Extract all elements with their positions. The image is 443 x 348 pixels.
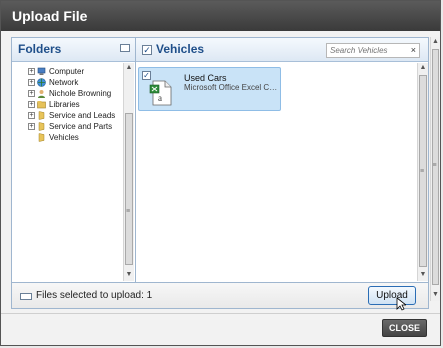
search-box: × (326, 43, 420, 58)
scroll-down-icon[interactable]: ▼ (418, 270, 428, 280)
vehicles-title: Vehicles (156, 42, 205, 56)
folders-panel: Folders + Computer + Network + Nichole B… (12, 38, 136, 282)
scroll-up-icon[interactable]: ▲ (124, 63, 134, 73)
dialog-scrollbar[interactable]: ▲ ≡ ▼ (430, 37, 440, 301)
libraries-icon (37, 101, 46, 109)
file-tile-used-cars[interactable]: ✓ a Used Cars Microsoft Office Excel Com… (138, 67, 281, 111)
mouse-cursor-icon (396, 297, 406, 311)
tree-item-label: Libraries (49, 100, 80, 109)
vehicles-scrollbar[interactable]: ▲ ≡ ▼ (417, 63, 428, 281)
expand-icon[interactable]: + (28, 101, 35, 108)
expand-icon[interactable]: + (28, 123, 35, 130)
grip-icon: ≡ (432, 162, 437, 169)
tree-item-service-and-parts[interactable]: + Service and Parts (28, 121, 123, 132)
status-bar: Files selected to upload: 1 Upload (12, 282, 428, 311)
tree-item-vehicles[interactable]: Vehicles (28, 132, 123, 143)
network-icon (37, 78, 46, 87)
tree-item-label: Service and Parts (49, 122, 113, 131)
expand-icon[interactable]: + (28, 68, 35, 75)
expand-icon[interactable]: + (28, 112, 35, 119)
files-selected-count: Files selected to upload: 1 (36, 290, 153, 301)
close-button[interactable]: CLOSE (382, 319, 427, 337)
grip-icon: ≡ (125, 208, 131, 215)
tree-item-label: Nichole Browning (49, 89, 112, 98)
footer-divider (1, 313, 440, 314)
tree-item-label: Computer (49, 67, 85, 76)
search-input[interactable] (327, 44, 410, 57)
tree-item-network[interactable]: + Network (28, 77, 123, 88)
folder-icon (38, 122, 45, 131)
expand-icon[interactable]: + (28, 79, 35, 86)
tree-item-label: Network (49, 78, 79, 87)
tree-item-libraries[interactable]: + Libraries (28, 99, 123, 110)
folder-icon (38, 133, 45, 142)
scroll-thumb[interactable] (125, 113, 133, 265)
tree-item-service-and-leads[interactable]: + Service and Leads (28, 110, 123, 121)
clear-search-icon[interactable]: × (411, 44, 416, 57)
svg-text:a: a (158, 93, 162, 103)
grip-icon: ≡ (419, 168, 425, 175)
folders-scrollbar[interactable]: ▲ ≡ ▼ (123, 63, 134, 281)
vehicles-panel: ✓ Vehicles × ✓ a Used Cars Microsoft Off… (136, 38, 428, 282)
computer-icon (37, 67, 46, 75)
excel-file-icon: a (149, 80, 172, 106)
files-icon (20, 293, 32, 300)
user-icon (38, 90, 45, 98)
upload-button[interactable]: Upload (368, 286, 416, 305)
folder-icon (38, 111, 45, 120)
scroll-down-icon[interactable]: ▼ (431, 290, 440, 300)
collapse-panel-icon[interactable] (120, 44, 130, 52)
scroll-up-icon[interactable]: ▲ (431, 37, 440, 47)
vehicles-header: ✓ Vehicles × (136, 38, 428, 62)
tree-item-label: Vehicles (49, 133, 79, 142)
scroll-down-icon[interactable]: ▼ (124, 270, 134, 280)
folders-title: Folders (18, 42, 62, 56)
scroll-up-icon[interactable]: ▲ (418, 63, 428, 73)
upload-file-dialog: Upload File Folders + Computer + Network… (0, 0, 441, 346)
file-name: Used Cars (184, 73, 227, 83)
dialog-content: Folders + Computer + Network + Nichole B… (11, 37, 429, 311)
tree-item-nichole-browning[interactable]: + Nichole Browning (28, 88, 123, 99)
select-all-checkbox[interactable]: ✓ (142, 45, 152, 55)
tree-item-computer[interactable]: + Computer (28, 66, 123, 77)
expand-icon[interactable]: + (28, 90, 35, 97)
dialog-title: Upload File (1, 1, 440, 31)
folder-tree: + Computer + Network + Nichole Browning … (12, 63, 123, 281)
folders-header: Folders (12, 38, 135, 62)
file-type: Microsoft Office Excel Com... (184, 83, 279, 92)
file-checkbox[interactable]: ✓ (142, 71, 151, 80)
tree-item-label: Service and Leads (49, 111, 116, 120)
